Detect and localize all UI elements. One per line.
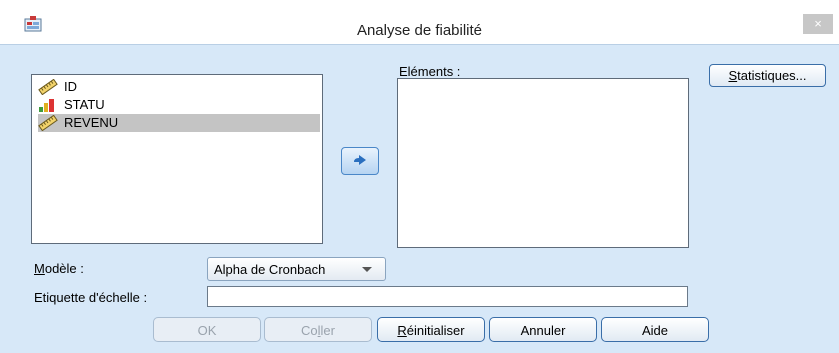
ruler-scale-icon [38,78,58,96]
source-variable-list[interactable]: ID STATU REVENU [31,74,323,244]
close-button[interactable]: × [803,14,833,34]
close-icon: × [814,16,822,31]
arrow-right-icon [354,155,366,165]
statistics-button[interactable]: Statistiques... [709,64,826,87]
title-bar[interactable]: Analyse de fiabilité × [0,0,839,44]
list-item[interactable]: REVENU [38,114,320,132]
model-label: Modèle : [34,261,84,276]
variable-label: STATU [64,97,105,112]
window-title: Analyse de fiabilité [356,22,483,39]
variable-label: REVENU [64,115,119,130]
statistics-hotkey: S [728,68,738,83]
list-item[interactable]: ID [38,78,320,96]
bar-chart-ordinal-icon [38,97,58,113]
cancel-button[interactable]: Annuler [489,317,597,342]
paste-button[interactable]: Coller [264,317,372,342]
reset-button[interactable]: Réinitialiser [377,317,485,342]
model-selected-value: Alpha de Cronbach [214,262,326,277]
scale-label-caption: Etiquette d'échelle : [34,290,148,305]
ok-button[interactable]: OK [153,317,261,342]
reliability-dialog: Analyse de fiabilité × ID STATU REVENU E… [0,0,839,353]
list-item[interactable]: STATU [38,96,320,114]
ruler-scale-icon [38,114,58,132]
move-to-elements-button[interactable] [341,147,379,175]
scale-label-input[interactable] [207,286,688,307]
statistics-button-label: tatistiques... [737,68,807,83]
elements-label: Eléments : [399,64,461,79]
help-button[interactable]: Aide [601,317,709,342]
elements-list[interactable] [397,78,689,248]
model-dropdown[interactable]: Alpha de Cronbach [207,257,386,281]
chevron-down-icon [362,267,372,272]
variable-label: ID [64,79,77,94]
dialog-body: ID STATU REVENU Eléments : Statistiques.… [0,44,839,353]
